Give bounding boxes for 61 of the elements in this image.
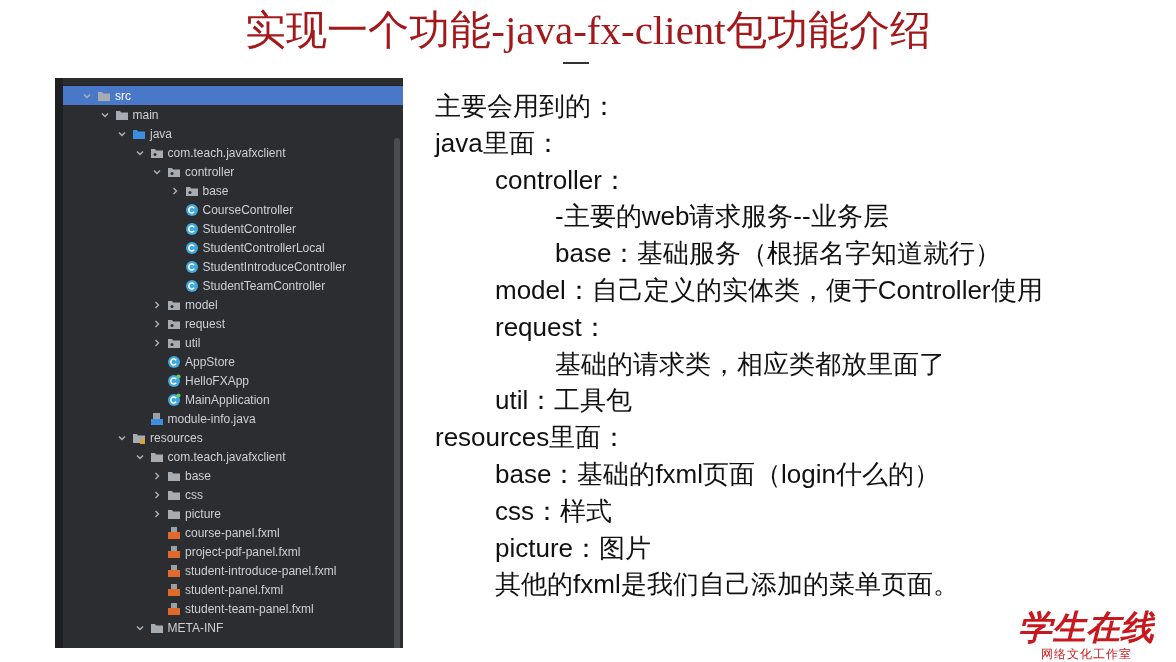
class-icon xyxy=(184,221,199,236)
tree-item[interactable]: module-info.java xyxy=(63,409,403,428)
note-text: -主要的web请求服务--业务层 xyxy=(554,200,890,234)
tree-item[interactable]: StudentIntroduceController xyxy=(63,257,403,276)
tree-item[interactable]: main xyxy=(63,105,403,124)
note-text: 其他的fxml是我们自己添加的菜单页面。 xyxy=(494,568,960,602)
tree-item[interactable]: css xyxy=(63,485,403,504)
note-text: java里面： xyxy=(435,126,562,160)
fxml-file-icon xyxy=(167,601,181,616)
tree-item[interactable]: student-panel.fxml xyxy=(63,580,403,599)
tree-item[interactable]: student-team-panel.fxml xyxy=(63,599,403,618)
note-text: base：基础的fxml页面（login什么的） xyxy=(494,457,941,491)
tree-item[interactable]: StudentControllerLocal xyxy=(63,238,403,257)
note-text: css：样式 xyxy=(494,494,613,528)
tree-item[interactable]: model xyxy=(63,295,403,314)
note-text: 基础的请求类，相应类都放里面了 xyxy=(554,347,946,381)
class-icon xyxy=(167,354,181,369)
note-text: request： xyxy=(494,310,609,344)
class-icon xyxy=(184,240,199,255)
tree-item[interactable]: com.teach.javafxclient xyxy=(63,447,403,466)
note-text: picture：图片 xyxy=(494,531,653,565)
tree-item[interactable]: java xyxy=(63,124,403,143)
note-text: util：工具包 xyxy=(494,384,634,418)
note-text: base：基础服务（根据名字知道就行） xyxy=(554,237,1003,271)
tree-item[interactable]: util xyxy=(63,333,403,352)
tree-item[interactable]: CourseController xyxy=(63,200,403,219)
fxml-file-icon xyxy=(167,544,181,559)
tree-item[interactable]: request xyxy=(63,314,403,333)
class-icon xyxy=(184,278,199,293)
tree-item[interactable]: com.teach.javafxclient xyxy=(63,143,403,162)
class-icon xyxy=(184,202,199,217)
fxml-file-icon xyxy=(167,582,181,597)
tree-item[interactable]: AppStore xyxy=(63,352,403,371)
tree-item[interactable]: controller xyxy=(63,162,403,181)
tree-item[interactable]: picture xyxy=(63,504,403,523)
class-icon xyxy=(184,259,199,274)
logo-text: 学生在线 xyxy=(1018,608,1154,646)
logo-subtitle: 网络文化工作室 xyxy=(1039,646,1133,662)
note-text: controller： xyxy=(494,163,629,197)
tree-item[interactable]: resources xyxy=(63,428,403,447)
tree-item[interactable]: StudentController xyxy=(63,219,403,238)
tree-item[interactable]: StudentTeamController xyxy=(63,276,403,295)
note-text: model：自己定义的实体类，便于Controller使用 xyxy=(494,274,1044,307)
tree-item[interactable]: META-INF xyxy=(63,618,403,637)
tree-item[interactable]: course-panel.fxml xyxy=(63,523,403,542)
tree-item[interactable]: base xyxy=(63,466,403,485)
slide-title: 实现一个功能-java-fx-client包功能介绍 xyxy=(244,6,932,55)
tree-item[interactable]: project-pdf-panel.fxml xyxy=(63,542,403,561)
fxml-file-icon xyxy=(167,563,181,578)
tree-item[interactable]: MainApplication xyxy=(63,390,403,409)
class-icon xyxy=(167,373,181,388)
class-icon xyxy=(167,392,181,407)
note-text: resources里面： xyxy=(435,421,629,455)
java-file-icon xyxy=(149,411,164,426)
note-text: 主要会用到的： xyxy=(435,90,618,123)
tree-item[interactable]: student-introduce-panel.fxml xyxy=(63,561,403,580)
tree-item[interactable]: HelloFXApp xyxy=(63,371,403,390)
tree-item[interactable]: base xyxy=(63,181,403,200)
scrollbar[interactable] xyxy=(394,138,400,648)
tree-item[interactable]: src xyxy=(63,86,403,105)
fxml-file-icon xyxy=(167,525,181,540)
